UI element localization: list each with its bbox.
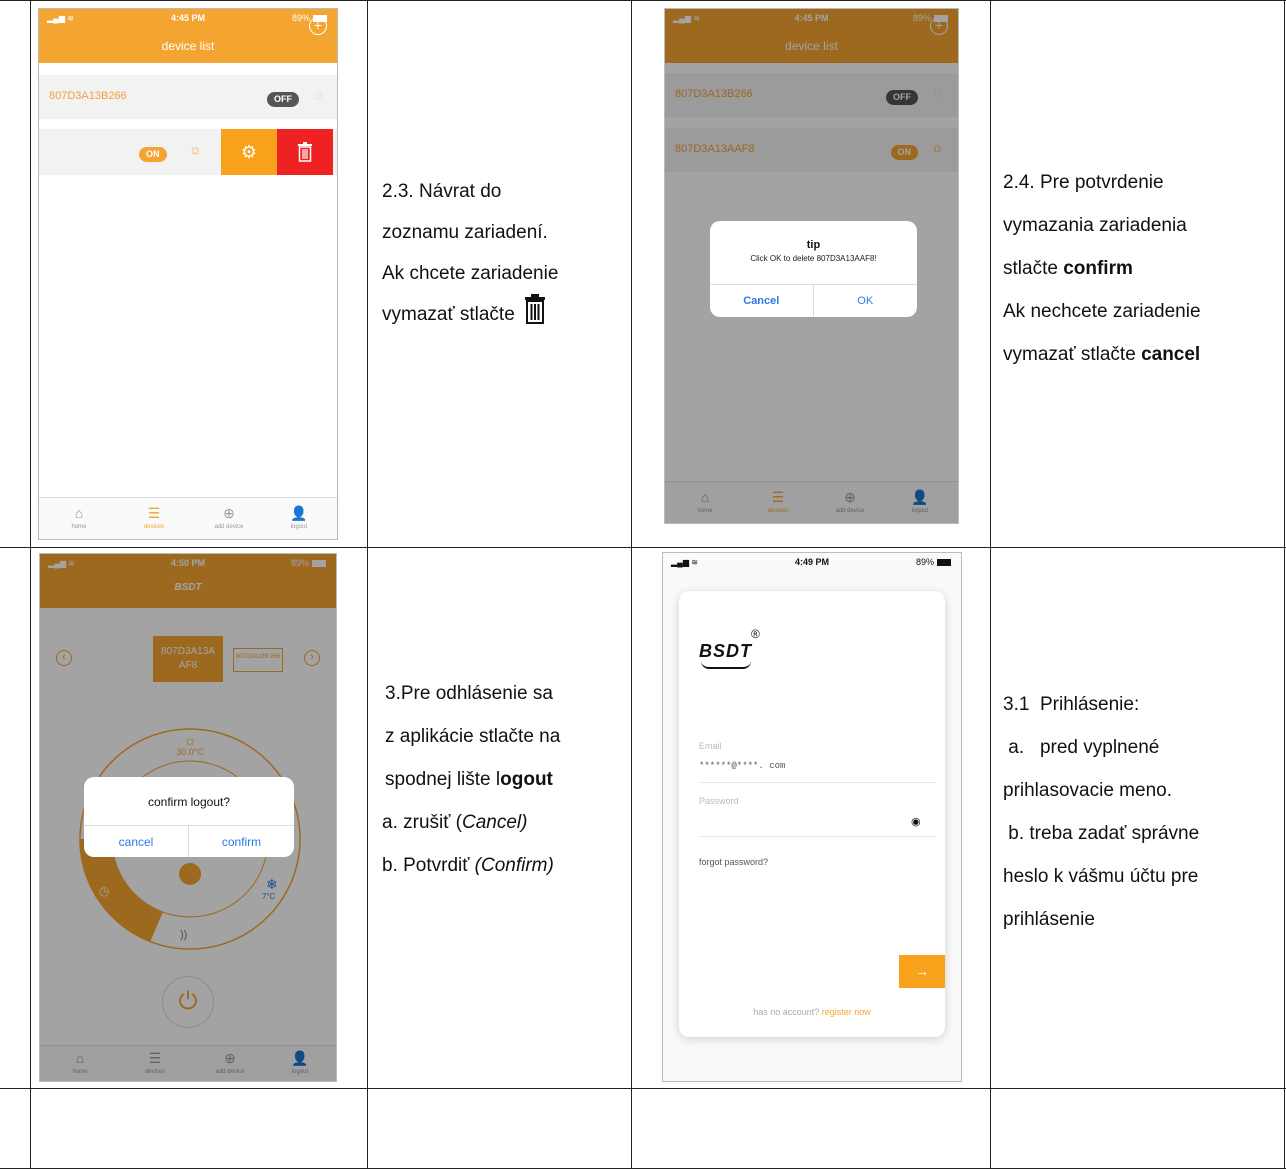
desc-line: prihlásenie bbox=[1003, 909, 1095, 930]
battery-level: 89% bbox=[915, 557, 934, 567]
forgot-password-link[interactable]: forgot password? bbox=[699, 857, 768, 867]
desc-line: vymazania zariadenia bbox=[1003, 215, 1187, 236]
email-field[interactable]: ******@****. com bbox=[699, 761, 936, 783]
registered-icon: ® bbox=[751, 627, 760, 641]
battery-level: 89% bbox=[291, 13, 310, 23]
cancel-button[interactable]: Cancel bbox=[710, 285, 814, 317]
email-label: Email bbox=[699, 741, 722, 751]
desc-line: heslo k vášmu účtu pre bbox=[1003, 866, 1199, 887]
border-row-3 bbox=[0, 1088, 1286, 1089]
device-row-swiped[interactable]: ON ☼ ⚙ bbox=[39, 129, 337, 175]
desc-line: zoznamu zariadení. bbox=[382, 222, 548, 243]
phone-screenshot-delete-dialog: ▂▄▆ ≋ 4:45 PM 89% device list + 807D3A13… bbox=[664, 8, 959, 524]
desc-line: 3.Pre odhlásenie sa bbox=[385, 683, 553, 704]
border-col-3 bbox=[631, 0, 632, 1169]
desc-line: a. pred vyplnené bbox=[1003, 737, 1160, 758]
login-card: BSDT ® Email ******@****. com Password ◉… bbox=[679, 591, 945, 1037]
desc-line: vymazať stlačte cancel bbox=[1003, 344, 1201, 365]
confirm-button[interactable]: confirm bbox=[189, 826, 294, 857]
logo-swoosh bbox=[701, 661, 751, 669]
desc-line: Ak nechcete zariadenie bbox=[1003, 301, 1201, 322]
password-field[interactable] bbox=[699, 813, 936, 837]
border-col-4 bbox=[990, 0, 991, 1169]
eye-icon[interactable]: ◉ bbox=[911, 815, 921, 828]
description-3-1: 3.1 Prihlásenie: a. pred vyplnené prihla… bbox=[1003, 683, 1278, 941]
tab-home[interactable]: ⌂ home bbox=[44, 498, 114, 539]
trash-icon bbox=[298, 142, 312, 162]
list-icon: ☰ bbox=[147, 505, 161, 521]
tab-logout[interactable]: 👤 logout bbox=[264, 498, 334, 539]
phone-screenshot-logout-dialog: ▂▄▆ ≋ 4:50 PM 89% BSDT ‹ › 807D3A13A AF8… bbox=[39, 553, 337, 1082]
device-row[interactable]: 807D3A13B266 OFF ☼ bbox=[39, 75, 337, 119]
settings-button[interactable]: ⚙ bbox=[221, 129, 277, 175]
description-2-4: 2.4. Pre potvrdenie vymazania zariadenia… bbox=[1003, 161, 1278, 376]
gear-icon: ⚙ bbox=[240, 142, 258, 162]
no-account-text: has no account? bbox=[753, 1007, 820, 1017]
light-icon: ☼ bbox=[312, 86, 325, 102]
desc-line: z aplikácie stlačte na bbox=[385, 726, 561, 747]
add-circle-icon: ⊕ bbox=[223, 505, 235, 521]
desc-line: b. treba zadať správne bbox=[1003, 823, 1200, 844]
register-prompt: has no account? register now bbox=[679, 1007, 945, 1017]
logout-dialog: confirm logout? cancel confirm bbox=[84, 777, 294, 857]
tab-devices[interactable]: ☰ devices bbox=[119, 498, 189, 539]
add-icon[interactable]: + bbox=[309, 17, 327, 35]
brand-logo: BSDT bbox=[699, 641, 752, 661]
phone-screenshot-device-list: ▂▄▆ ≋ 4:45 PM 89% device list + 807D3A13… bbox=[38, 8, 338, 540]
trash-icon bbox=[525, 294, 546, 324]
arrow-right-icon: → bbox=[915, 963, 929, 979]
dialog-title: tip bbox=[806, 239, 821, 251]
dialog-message: Click OK to delete 807D3A13AAF8! bbox=[750, 254, 877, 263]
tab-add-device[interactable]: ⊕ add device bbox=[194, 498, 264, 539]
desc-line: 3.1 Prihlásenie: bbox=[1003, 694, 1140, 715]
battery-icon: 89% bbox=[916, 557, 951, 567]
desc-line: spodnej lište logout bbox=[385, 769, 553, 790]
status-bar: ▂▄▆ ≋ 4:49 PM 89% bbox=[663, 553, 961, 573]
border-left bbox=[30, 0, 31, 1169]
phone-screenshot-login: ▂▄▆ ≋ 4:49 PM 89% BSDT ® Email ******@**… bbox=[662, 552, 962, 1082]
page-title: device list bbox=[161, 39, 215, 53]
device-id: 807D3A13B266 bbox=[49, 90, 127, 102]
desc-line: 2.3. Návrat do bbox=[382, 181, 502, 202]
description-3: 3.Pre odhlásenie sa z aplikácie stlačte … bbox=[382, 672, 627, 887]
ok-button[interactable]: OK bbox=[814, 285, 918, 317]
tab-bar: ⌂ home ☰ devices ⊕ add device 👤 logout bbox=[39, 497, 337, 539]
delete-button[interactable] bbox=[277, 129, 333, 175]
desc-line: stlačte confirm bbox=[1003, 258, 1133, 279]
border-top bbox=[0, 0, 1286, 1]
desc-line: vymazať stlačte bbox=[382, 294, 622, 335]
desc-line: prihlasovacie meno. bbox=[1003, 780, 1172, 801]
desc-line: Ak chcete zariadenie bbox=[382, 263, 559, 284]
status-bar: ▂▄▆ ≋ 4:45 PM 89% bbox=[39, 9, 337, 29]
desc-line: 2.4. Pre potvrdenie bbox=[1003, 172, 1164, 193]
dialog-title: confirm logout? bbox=[147, 795, 231, 809]
power-toggle[interactable]: OFF bbox=[267, 92, 299, 107]
password-label: Password bbox=[699, 796, 739, 806]
register-link[interactable]: register now bbox=[822, 1007, 871, 1017]
delete-dialog: tip Click OK to delete 807D3A13AAF8! Can… bbox=[710, 221, 917, 317]
user-icon: 👤 bbox=[290, 505, 308, 521]
home-icon: ⌂ bbox=[74, 505, 84, 521]
border-row-2 bbox=[0, 547, 1286, 548]
light-icon: ☼ bbox=[189, 141, 202, 157]
desc-line: a. zrušiť (Cancel) bbox=[382, 812, 528, 833]
desc-line: b. Potvrdiť (Confirm) bbox=[382, 855, 554, 876]
description-2-3: 2.3. Návrat do zoznamu zariadení. Ak chc… bbox=[382, 171, 622, 335]
power-toggle[interactable]: ON bbox=[139, 147, 167, 162]
cancel-button[interactable]: cancel bbox=[84, 826, 189, 857]
border-right bbox=[1284, 0, 1285, 1169]
login-button[interactable]: → bbox=[899, 955, 945, 988]
border-col-2 bbox=[367, 0, 368, 1169]
